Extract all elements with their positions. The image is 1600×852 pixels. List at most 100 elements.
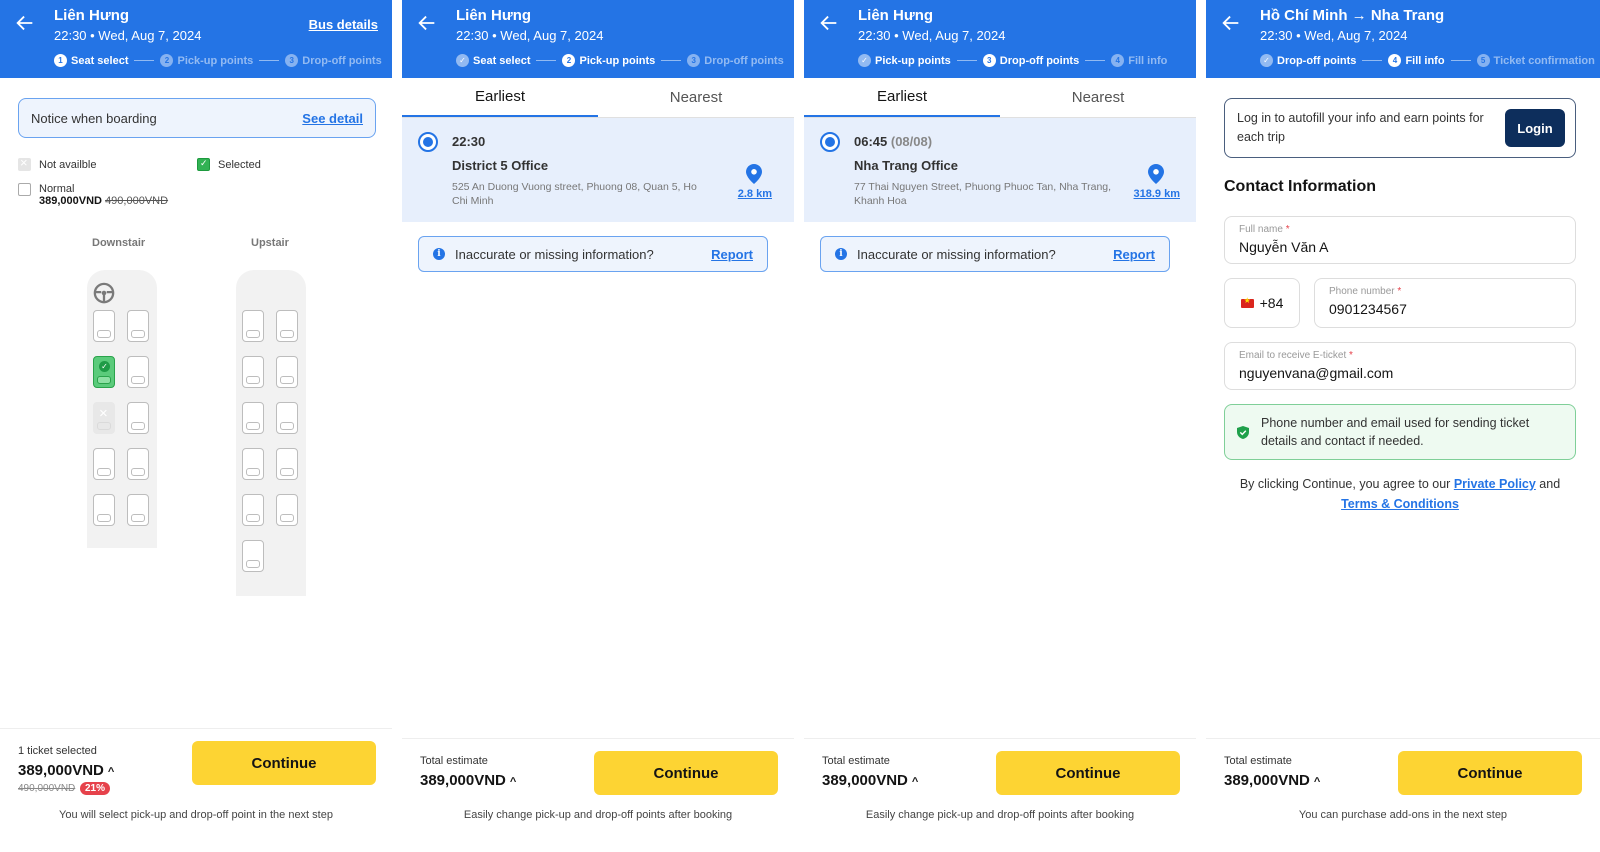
seat-available[interactable] [242, 356, 264, 388]
tab-nearest[interactable]: Nearest [598, 78, 794, 117]
terms-agreement: By clicking Continue, you agree to our P… [1224, 474, 1576, 514]
deck-label-downstair: Downstair [92, 237, 146, 249]
step-label: Ticket confirmation [1493, 54, 1595, 67]
seat-available[interactable] [276, 402, 298, 434]
required-mark: * [1397, 286, 1402, 297]
seat-available[interactable] [127, 448, 149, 480]
price-toggle[interactable]: 389,000VND ^ [420, 772, 516, 789]
operator-title: Liên Hưng [858, 7, 934, 24]
see-detail-link[interactable]: See detail [302, 111, 363, 126]
info-icon: i [433, 248, 445, 260]
email-field[interactable]: Email to receive E-ticket * nguyenvana@g… [1224, 342, 1576, 390]
seat-available[interactable] [127, 402, 149, 434]
seat-available[interactable] [242, 448, 264, 480]
back-button[interactable] [1220, 12, 1242, 34]
continue-button[interactable]: Continue [594, 751, 778, 795]
discount-badge: 21% [80, 782, 111, 795]
price-toggle[interactable]: 389,000VND ^ [1224, 772, 1320, 789]
price-toggle[interactable]: 389,000VND ^ [18, 762, 114, 779]
step-dropoff-points: 3 Drop-off points [982, 54, 1080, 67]
step-number: 5 [1476, 54, 1490, 67]
field-label: Phone number * [1329, 286, 1401, 297]
radio-selected[interactable] [418, 132, 438, 152]
point-address: 525 An Duong Vuong street, Phuong 08, Qu… [452, 181, 697, 207]
seat-available[interactable] [276, 448, 298, 480]
country-code-select[interactable]: +84 [1224, 278, 1300, 328]
normal-seat-icon [18, 183, 31, 196]
login-prompt: Log in to autofill your info and earn po… [1224, 98, 1576, 158]
pickup-point-item[interactable]: 22:30 District 5 Office 525 An Duong Vuo… [402, 118, 794, 222]
stepper: ✓ Pick-up points 3 Drop-off points 4 Fill i… [858, 54, 1167, 67]
label-text: Full name [1239, 224, 1283, 235]
full-name-field[interactable]: Full name * Nguyễn Văn A [1224, 216, 1576, 264]
total-estimate-label: Total estimate [822, 755, 890, 767]
seat-available[interactable] [242, 310, 264, 342]
privacy-policy-link[interactable]: Private Policy [1454, 477, 1536, 491]
price-toggle[interactable]: 389,000VND ^ [822, 772, 918, 789]
phone-number-field[interactable]: Phone number * 0901234567 [1314, 278, 1576, 328]
total-estimate-label: Total estimate [420, 755, 488, 767]
stepper: ✓ Seat select 2 Pick-up points 3 Drop-off p… [456, 54, 784, 67]
distance-link[interactable]: 318.9 km [1134, 188, 1180, 200]
step-separator [259, 60, 280, 61]
report-link[interactable]: Report [711, 247, 753, 262]
tab-earliest[interactable]: Earliest [804, 78, 1000, 117]
step-number: 4 [1388, 54, 1402, 67]
check-icon: ✓ [858, 54, 871, 67]
seat-available[interactable] [242, 494, 264, 526]
contact-note-text: Phone number and email used for sending … [1261, 416, 1530, 448]
seat-available[interactable] [276, 494, 298, 526]
radio-selected[interactable] [820, 132, 840, 152]
downstair-deck: ✓ × [87, 270, 157, 548]
dropoff-points-screen: Liên Hưng 22:30 • Wed, Aug 7, 2024 ✓ Pick… [804, 0, 1196, 852]
seat-available[interactable] [93, 448, 115, 480]
distance-link[interactable]: 2.8 km [738, 188, 772, 200]
check-icon: ✓ [1260, 54, 1273, 67]
seat-available[interactable] [127, 494, 149, 526]
back-button[interactable] [818, 12, 840, 34]
step-label: Drop-off points [999, 54, 1080, 67]
tab-earliest[interactable]: Earliest [402, 78, 598, 117]
report-link[interactable]: Report [1113, 247, 1155, 262]
bottom-note: Easily change pick-up and drop-off point… [865, 809, 1135, 821]
dropoff-point-item[interactable]: 06:45 (08/08) Nha Trang Office 77 Thai N… [804, 118, 1196, 222]
total-estimate-label: Total estimate [1224, 755, 1292, 767]
header: Hồ Chí Minh → Nha Trang 22:30 • Wed, Aug… [1206, 0, 1600, 78]
operator-title: Liên Hưng [456, 7, 532, 24]
seat-available[interactable] [93, 310, 115, 342]
stepper: ✓ Drop-off points 4 Fill info 5 Ticket conf… [1260, 54, 1595, 67]
step-label: Seat select [473, 54, 531, 67]
tab-nearest[interactable]: Nearest [1000, 78, 1196, 117]
terms-conditions-link[interactable]: Terms & Conditions [1341, 497, 1459, 511]
seat-available[interactable] [276, 310, 298, 342]
legend-price: 389,000VND 490,000VND [39, 195, 168, 207]
seat-selected[interactable]: ✓ [93, 356, 115, 388]
report-text: Inaccurate or missing information? [455, 246, 654, 262]
seat-available[interactable] [242, 402, 264, 434]
seat-available[interactable] [93, 494, 115, 526]
continue-button[interactable]: Continue [192, 741, 376, 785]
seat-unavailable: × [93, 402, 115, 434]
step-number: 1 [54, 54, 67, 67]
login-button[interactable]: Login [1505, 109, 1565, 147]
back-button[interactable] [416, 12, 438, 34]
check-icon: ✓ [456, 54, 469, 67]
map-pin-icon[interactable] [1148, 164, 1164, 184]
header: Liên Hưng 22:30 • Wed, Aug 7, 2024 ✓ Seat… [402, 0, 794, 78]
bottom-bar: Total estimate 389,000VND ^ Continue You … [1206, 738, 1600, 852]
date-value: (08/08) [890, 134, 933, 149]
continue-button[interactable]: Continue [1398, 751, 1582, 795]
continue-button[interactable]: Continue [996, 751, 1180, 795]
map-pin-icon[interactable] [746, 164, 762, 184]
seat-available[interactable] [276, 356, 298, 388]
seat-available[interactable] [242, 540, 264, 572]
fill-info-screen: Hồ Chí Minh → Nha Trang 22:30 • Wed, Aug… [1206, 0, 1600, 852]
seat-available[interactable] [127, 356, 149, 388]
step-pickup-points: ✓ Pick-up points [858, 54, 951, 67]
seat-available[interactable] [127, 310, 149, 342]
step-separator [956, 60, 977, 61]
back-button[interactable] [14, 12, 36, 34]
step-label: Drop-off points [704, 54, 784, 67]
phone-value: 0901234567 [1329, 301, 1407, 317]
bus-details-link[interactable]: Bus details [309, 17, 378, 32]
